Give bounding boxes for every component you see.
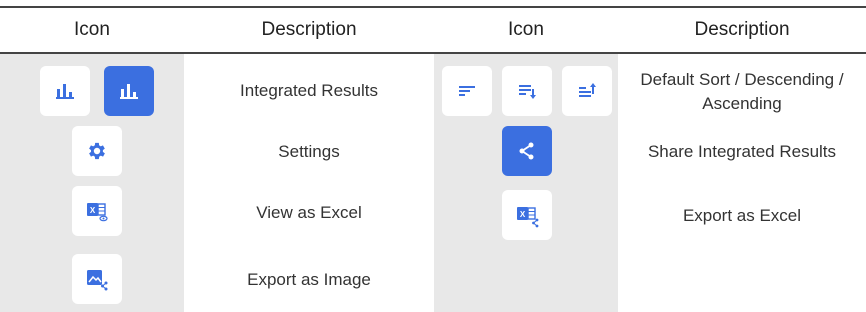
description-view-as-excel: View as Excel	[256, 203, 362, 222]
svg-text:X: X	[90, 206, 96, 215]
sort-default-glyph	[459, 86, 475, 96]
svg-text:X: X	[520, 210, 526, 219]
icon-reference-table: Icon Description Icon Description Integr…	[0, 0, 866, 312]
bar-chart-active-glyph	[120, 84, 138, 99]
bar-chart-glyph	[56, 84, 74, 99]
image-share-glyph	[87, 270, 108, 291]
sort-ascending-icon[interactable]	[562, 66, 612, 116]
image-share-icon[interactable]	[72, 254, 122, 304]
sort-default-icon[interactable]	[442, 66, 492, 116]
sort-descending-icon[interactable]	[502, 66, 552, 116]
description-export-as-excel: Export as Excel	[682, 206, 802, 225]
excel-view-icon[interactable]: X	[72, 186, 122, 236]
share-glyph	[519, 142, 534, 160]
bar-chart-icon-active[interactable]	[104, 66, 154, 116]
description-settings: Settings	[278, 142, 340, 161]
sort-ascending-glyph	[579, 83, 596, 97]
excel-share-icon[interactable]: X	[502, 190, 552, 240]
description-share-integrated-results: Share Integrated Results	[647, 142, 837, 161]
description-sort: Default Sort / Descending / Ascending	[640, 70, 844, 113]
bar-chart-icon[interactable]	[40, 66, 90, 116]
header-description-left: Description	[261, 19, 357, 40]
header-icon-left: Icon	[74, 19, 110, 40]
header-icon-right: Icon	[508, 19, 544, 40]
sort-descending-glyph	[519, 85, 536, 99]
description-export-as-image: Export as Image	[247, 270, 371, 289]
gear-icon[interactable]	[72, 126, 122, 176]
description-integrated-results: Integrated Results	[240, 81, 378, 100]
header-description-right: Description	[694, 19, 790, 40]
excel-share-glyph: X	[517, 207, 539, 228]
excel-view-glyph: X	[87, 203, 108, 222]
share-icon[interactable]	[502, 126, 552, 176]
gear-glyph	[89, 142, 105, 160]
